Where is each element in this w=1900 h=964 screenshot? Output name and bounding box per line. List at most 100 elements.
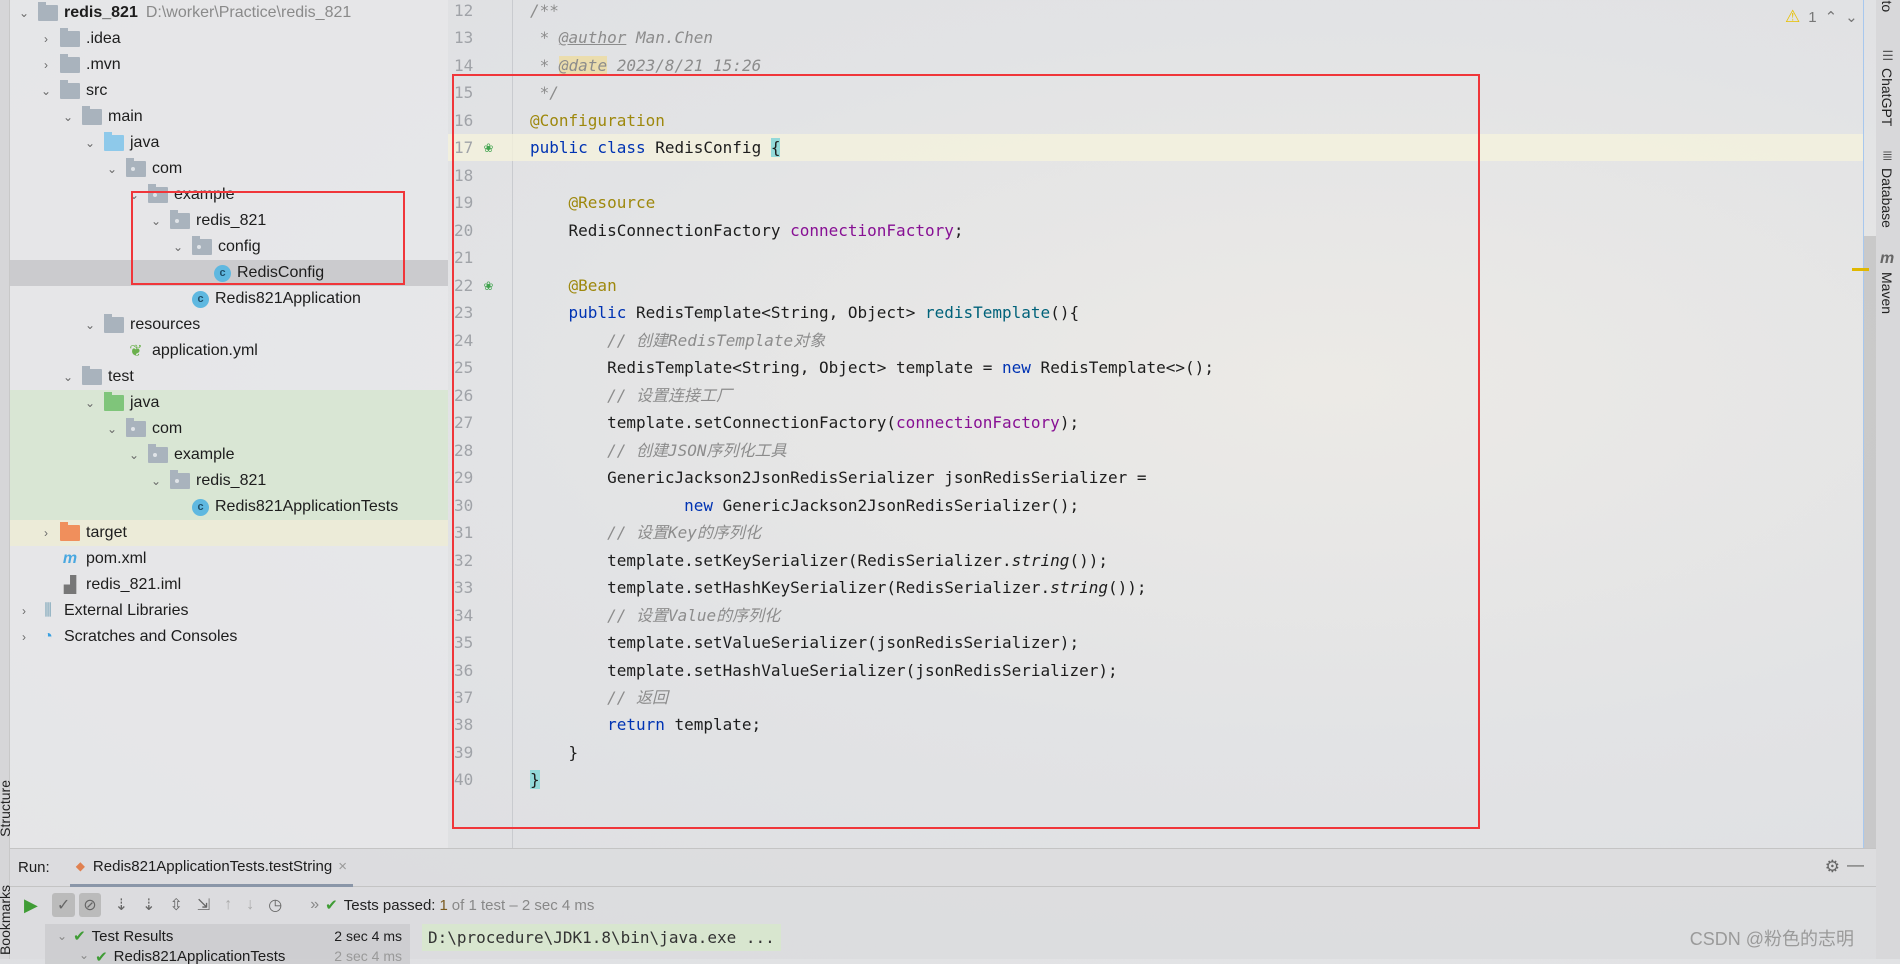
spring-bean-method-icon[interactable]: ❀ — [484, 272, 493, 299]
code-editor[interactable]: 12/** 13 * @author Man.Chen 14 * @date 202… — [448, 0, 1863, 848]
chevron-down-icon[interactable]: ⌄ — [126, 448, 142, 462]
code-line[interactable]: 30 new GenericJackson2JsonRedisSerialize… — [448, 492, 1863, 519]
tree-item[interactable]: › target — [10, 520, 448, 546]
more-icon[interactable]: » — [310, 896, 319, 914]
bito-tool-button[interactable]: Bito — [1879, 0, 1895, 12]
code-line[interactable]: 17 ❀ public class RedisConfig { — [448, 134, 1863, 162]
chevron-right-icon[interactable]: › — [38, 32, 54, 46]
code-line[interactable]: 19 @Resource — [448, 189, 1863, 216]
tree-item[interactable]: ▟ redis_821.iml — [10, 572, 448, 598]
chevron-down-icon[interactable]: ⌄ — [170, 240, 186, 254]
show-passed-icon[interactable]: ✓ — [51, 893, 76, 917]
tree-item[interactable]: ⌄ java — [10, 390, 448, 416]
tree-item[interactable]: ⌄ config — [10, 234, 448, 260]
previous-test-icon[interactable]: ↑ — [224, 896, 232, 914]
tree-item[interactable]: c RedisConfig — [10, 260, 448, 286]
maven-tool-button[interactable]: Maven — [1879, 272, 1895, 314]
tree-item[interactable]: › ⫼ External Libraries — [10, 598, 448, 624]
chevron-down-icon[interactable]: ⌄ — [148, 474, 164, 488]
code-line[interactable]: 20 RedisConnectionFactory connectionFact… — [448, 217, 1863, 244]
chatgpt-tool-button[interactable]: ChatGPT — [1879, 68, 1895, 126]
show-ignored-icon[interactable]: ⊘ — [79, 893, 101, 917]
run-tab[interactable]: ◆ Redis821ApplicationTests.testString × — [69, 849, 353, 887]
tree-item[interactable]: ⌄ example — [10, 442, 448, 468]
tree-item[interactable]: › .mvn — [10, 52, 448, 78]
rerun-play-icon[interactable]: ▶ — [24, 895, 38, 916]
spring-bean-class-icon[interactable]: ❀ — [484, 134, 493, 161]
code-line[interactable]: 13 * @author Man.Chen — [448, 24, 1863, 51]
chevron-right-icon[interactable]: › — [38, 58, 54, 72]
collapse-all-icon[interactable]: ⇲ — [197, 895, 210, 915]
code-line[interactable]: 35 template.setValueSerializer(jsonRedis… — [448, 629, 1863, 656]
code-line[interactable]: 16 @Configuration — [448, 107, 1863, 134]
next-test-icon[interactable]: ↓ — [246, 896, 254, 914]
warning-marker[interactable] — [1852, 268, 1869, 271]
settings-gear-icon[interactable]: ⚙ — [1825, 857, 1840, 877]
code-line[interactable]: 23 public RedisTemplate<String, Object> … — [448, 299, 1863, 326]
tree-item[interactable]: c Redis821ApplicationTests — [10, 494, 448, 520]
test-history-icon[interactable]: ◷ — [268, 895, 282, 915]
chevron-down-icon[interactable]: ⌄ — [38, 84, 54, 98]
chevron-down-icon[interactable]: ⌄ — [60, 370, 76, 384]
chevron-down-icon[interactable]: ⌄ — [60, 110, 76, 124]
code-line[interactable]: 34 // 设置Value的序列化 — [448, 602, 1863, 629]
previous-highlight-icon[interactable]: ⌃ — [1825, 8, 1838, 26]
code-line[interactable]: 38 return template; — [448, 711, 1863, 738]
code-line[interactable]: 29 GenericJackson2JsonRedisSerializer js… — [448, 464, 1863, 491]
chevron-down-icon[interactable]: ⌄ — [82, 318, 98, 332]
code-line[interactable]: 25 RedisTemplate<String, Object> templat… — [448, 354, 1863, 381]
code-line[interactable]: 27 template.setConnectionFactory(connect… — [448, 409, 1863, 436]
code-line[interactable]: 21 — [448, 244, 1863, 271]
tree-item[interactable]: ⌄ java — [10, 130, 448, 156]
tree-item[interactable]: › .idea — [10, 26, 448, 52]
code-line[interactable]: 22 ❀ @Bean — [448, 272, 1863, 299]
sort-by-duration-icon[interactable]: ⇣ — [142, 895, 155, 915]
next-highlight-icon[interactable]: ⌄ — [1845, 8, 1858, 26]
chevron-down-icon[interactable]: ⌄ — [126, 188, 142, 202]
tree-item[interactable]: ⌄ src — [10, 78, 448, 104]
chevron-down-icon[interactable]: ⌄ — [104, 162, 120, 176]
tree-item[interactable]: ⌄ main — [10, 104, 448, 130]
tree-item[interactable]: ⌄ test — [10, 364, 448, 390]
chevron-right-icon[interactable]: › — [16, 630, 32, 644]
test-class-row[interactable]: ⌄ ✔ Redis821ApplicationTests 2 sec 4 ms — [45, 948, 410, 964]
code-line[interactable]: 32 template.setKeySerializer(RedisSerial… — [448, 547, 1863, 574]
chevron-down-icon[interactable]: ⌄ — [16, 6, 32, 20]
code-line[interactable]: 33 template.setHashKeySerializer(RedisSe… — [448, 574, 1863, 601]
code-line[interactable]: 24 // 创建RedisTemplate对象 — [448, 327, 1863, 354]
tree-item[interactable]: m pom.xml — [10, 546, 448, 572]
tree-item[interactable]: ⌄ com — [10, 416, 448, 442]
code-line[interactable]: 18 — [448, 162, 1863, 189]
code-line[interactable]: 31 // 设置Key的序列化 — [448, 519, 1863, 546]
scrollbar-thumb[interactable] — [1864, 236, 1876, 848]
sort-alphabetically-icon[interactable]: ⇣ — [115, 895, 128, 915]
tree-item[interactable]: c Redis821Application — [10, 286, 448, 312]
code-line[interactable]: 40} — [448, 766, 1863, 793]
chevron-right-icon[interactable]: › — [16, 604, 32, 618]
tree-item[interactable]: ⌄ example — [10, 182, 448, 208]
editor-scrollbar[interactable] — [1852, 0, 1876, 848]
chevron-down-icon[interactable]: ⌄ — [104, 422, 120, 436]
code-line[interactable]: 37 // 返回 — [448, 684, 1863, 711]
console-output[interactable]: D:\procedure\JDK1.8\bin\java.exe ... — [422, 924, 1862, 964]
expand-all-icon[interactable]: ⇳ — [169, 895, 182, 915]
code-line[interactable]: 28 // 创建JSON序列化工具 — [448, 437, 1863, 464]
tree-item[interactable]: › ◔ Scratches and Consoles — [10, 624, 448, 650]
inspection-widget[interactable]: ⚠ 1 ⌃ ⌄ — [1785, 4, 1870, 30]
test-results-row[interactable]: ⌄ ✔ Test Results 2 sec 4 ms — [45, 924, 410, 948]
chevron-down-icon[interactable]: ⌄ — [82, 136, 98, 150]
tree-item[interactable]: ❦ application.yml — [10, 338, 448, 364]
chevron-down-icon[interactable]: ⌄ — [82, 396, 98, 410]
tree-item[interactable]: ⌄ redis_821 — [10, 468, 448, 494]
chevron-right-icon[interactable]: › — [38, 526, 54, 540]
close-tab-icon[interactable]: × — [338, 858, 347, 875]
code-line[interactable]: 15 */ — [448, 79, 1863, 106]
code-line[interactable]: 36 template.setHashValueSerializer(jsonR… — [448, 657, 1863, 684]
code-line[interactable]: 39 } — [448, 739, 1863, 766]
minimize-icon[interactable]: — — [1847, 855, 1864, 875]
code-line[interactable]: 26 // 设置连接工厂 — [448, 382, 1863, 409]
code-line[interactable]: 14 * @date 2023/8/21 15:26 — [448, 52, 1863, 79]
tree-item[interactable]: ⌄ redis_821 D:\worker\Practice\redis_821 — [10, 0, 448, 26]
tree-item[interactable]: ⌄ com — [10, 156, 448, 182]
database-tool-button[interactable]: Database — [1879, 168, 1895, 228]
